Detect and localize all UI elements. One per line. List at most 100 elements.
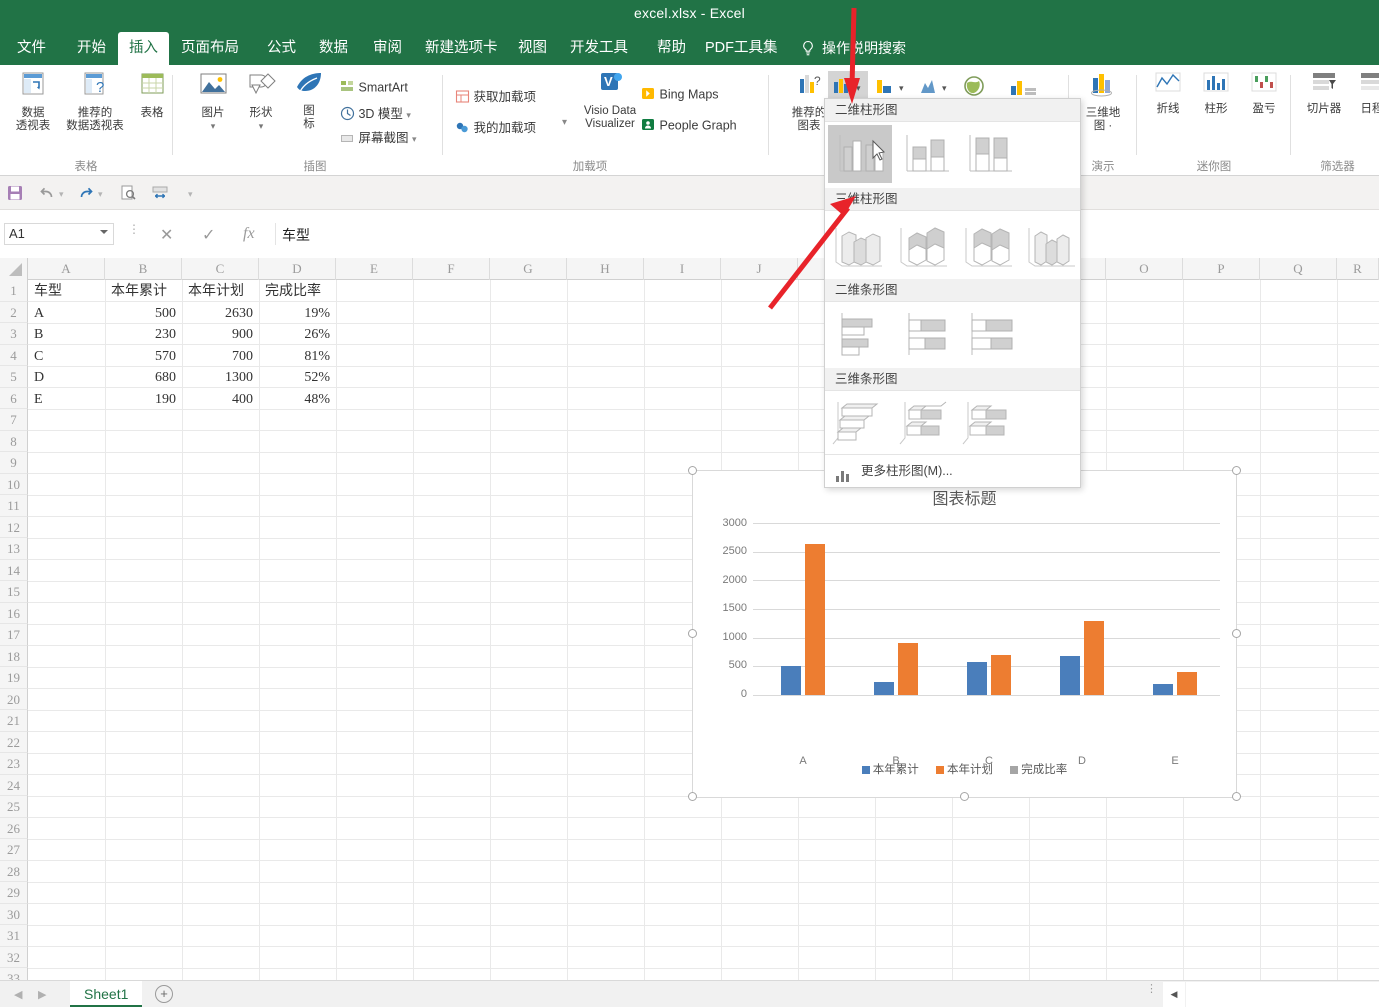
row-header-19[interactable]: 19 (0, 667, 28, 689)
column-header-P[interactable]: P (1183, 258, 1260, 280)
name-box[interactable]: A1 (4, 223, 114, 245)
tab-page-layout[interactable]: 页面布局 (170, 32, 250, 65)
gallery-item-stacked-column[interactable] (895, 125, 959, 183)
row-header-1[interactable]: 1 (0, 280, 28, 302)
bar-C-series2[interactable] (991, 654, 1011, 695)
tab-data[interactable]: 数据 (308, 32, 359, 65)
tab-new-tab[interactable]: 新建选项卡 (414, 32, 509, 65)
redo-caret[interactable]: ▾ (98, 189, 103, 200)
row-header-10[interactable]: 10 (0, 473, 28, 495)
cell-C3[interactable]: 900 (184, 324, 257, 345)
row-header-26[interactable]: 26 (0, 817, 28, 839)
formula-bar-handle[interactable]: ⋮ (128, 223, 140, 235)
cell-A1[interactable]: 车型 (30, 281, 103, 302)
column-header-B[interactable]: B (105, 258, 182, 280)
cell-C2[interactable]: 2630 (184, 303, 257, 324)
horizontal-scrollbar[interactable] (1186, 982, 1379, 1007)
column-header-D[interactable]: D (259, 258, 336, 280)
cell-A4[interactable]: C (30, 346, 103, 367)
customize-qat-button[interactable]: ▾ (188, 189, 193, 200)
row-header-3[interactable]: 3 (0, 323, 28, 345)
tab-insert[interactable]: 插入 (118, 32, 169, 65)
legend-item-series2[interactable]: 本年计划 (936, 764, 996, 776)
undo-button[interactable] (38, 184, 56, 207)
chart-handle-top-right[interactable] (1232, 466, 1241, 475)
undo-caret[interactable]: ▾ (59, 189, 64, 200)
cell-C4[interactable]: 700 (184, 346, 257, 367)
row-header-7[interactable]: 7 (0, 409, 28, 431)
chart-handle-mid-right[interactable] (1232, 629, 1241, 638)
row-header-31[interactable]: 31 (0, 925, 28, 947)
column-header-O[interactable]: O (1106, 258, 1183, 280)
column-header-E[interactable]: E (336, 258, 413, 280)
chart-handle-bottom-center[interactable] (960, 792, 969, 801)
gallery-item-3d-stacked-bar[interactable] (895, 394, 959, 452)
row-header-22[interactable]: 22 (0, 731, 28, 753)
bar-D-series2[interactable] (1084, 620, 1104, 695)
chevron-left-icon[interactable]: ◀ (14, 988, 22, 1001)
3d-map-button[interactable]: 三维地 图 · (1075, 70, 1131, 133)
formula-input[interactable]: 车型 (275, 223, 1370, 245)
gallery-item-3d-stacked-column[interactable] (893, 214, 953, 272)
row-header-17[interactable]: 17 (0, 624, 28, 646)
row-header-15[interactable]: 15 (0, 581, 28, 603)
cell-B6[interactable]: 190 (107, 389, 180, 410)
tab-developer[interactable]: 开发工具 (559, 32, 639, 65)
get-addins-button[interactable]: 获取加载项 (455, 86, 536, 107)
cell-B3[interactable]: 230 (107, 324, 180, 345)
bar-C-series1[interactable] (967, 662, 987, 695)
row-header-30[interactable]: 30 (0, 903, 28, 925)
smartart-button[interactable]: SmartArt (340, 79, 408, 97)
sparkline-winloss-button[interactable]: 盈亏 (1236, 70, 1292, 116)
row-header-21[interactable]: 21 (0, 710, 28, 732)
icons-button[interactable]: 图 标 (281, 70, 337, 131)
select-all-button[interactable] (0, 258, 28, 280)
cell-C1[interactable]: 本年计划 (184, 281, 257, 302)
chart-handle-bottom-right[interactable] (1232, 792, 1241, 801)
scroll-left-icon[interactable]: ◀ (1163, 982, 1185, 1007)
chevron-right-icon[interactable]: ▶ (38, 988, 46, 1001)
gallery-more-charts-item[interactable]: 更多柱形图(M)... (825, 454, 1080, 487)
timeline-button[interactable]: 日程 (1344, 70, 1379, 116)
tab-review[interactable]: 审阅 (362, 32, 413, 65)
cell-C6[interactable]: 400 (184, 389, 257, 410)
cell-B2[interactable]: 500 (107, 303, 180, 324)
gallery-item-100-stacked-bar[interactable] (958, 305, 1022, 363)
tell-me-search[interactable]: 操作说明搜索 (822, 32, 906, 65)
tab-file[interactable]: 文件 (6, 32, 57, 65)
row-header-12[interactable]: 12 (0, 516, 28, 538)
column-header-C[interactable]: C (182, 258, 259, 280)
cell-B5[interactable]: 680 (107, 367, 180, 388)
fx-icon[interactable]: fx (243, 225, 255, 243)
tab-pdf-tools[interactable]: PDF工具集 (694, 32, 789, 65)
row-header-2[interactable]: 2 (0, 301, 28, 323)
row-header-25[interactable]: 25 (0, 796, 28, 818)
column-chart-caret[interactable]: ▾ (856, 83, 861, 94)
row-header-20[interactable]: 20 (0, 688, 28, 710)
cell-A2[interactable]: A (30, 303, 103, 324)
bar-E-series2[interactable] (1177, 672, 1197, 695)
column-header-A[interactable]: A (28, 258, 105, 280)
cell-D2[interactable]: 19% (261, 303, 334, 324)
gallery-item-stacked-bar[interactable] (895, 305, 959, 363)
chart-legend[interactable]: 本年累计 本年计划 完成比率 (693, 761, 1236, 777)
scroll-split-handle[interactable]: ⋮ (1146, 984, 1157, 995)
cell-A6[interactable]: E (30, 389, 103, 410)
row-header-29[interactable]: 29 (0, 882, 28, 904)
chart-handle-mid-left[interactable] (688, 629, 697, 638)
pie-chart-caret[interactable]: ▾ (942, 83, 947, 94)
screenshot-button[interactable]: 屏幕截图 ▾ (340, 127, 417, 148)
row-header-13[interactable]: 13 (0, 538, 28, 560)
recommended-pivot-button[interactable]: ? 推荐的 数据透视表 (63, 70, 127, 133)
gallery-item-clustered-bar[interactable] (828, 305, 892, 363)
print-preview-button[interactable] (119, 184, 137, 207)
row-header-16[interactable]: 16 (0, 602, 28, 624)
column-header-G[interactable]: G (490, 258, 567, 280)
bar-E-series1[interactable] (1153, 684, 1173, 695)
row-header-24[interactable]: 24 (0, 774, 28, 796)
row-header-18[interactable]: 18 (0, 645, 28, 667)
row-header-8[interactable]: 8 (0, 430, 28, 452)
bing-maps-button[interactable]: Bing Maps (641, 86, 719, 104)
enter-icon[interactable]: ✓ (202, 225, 215, 245)
legend-item-series3[interactable]: 完成比率 (1010, 764, 1067, 776)
